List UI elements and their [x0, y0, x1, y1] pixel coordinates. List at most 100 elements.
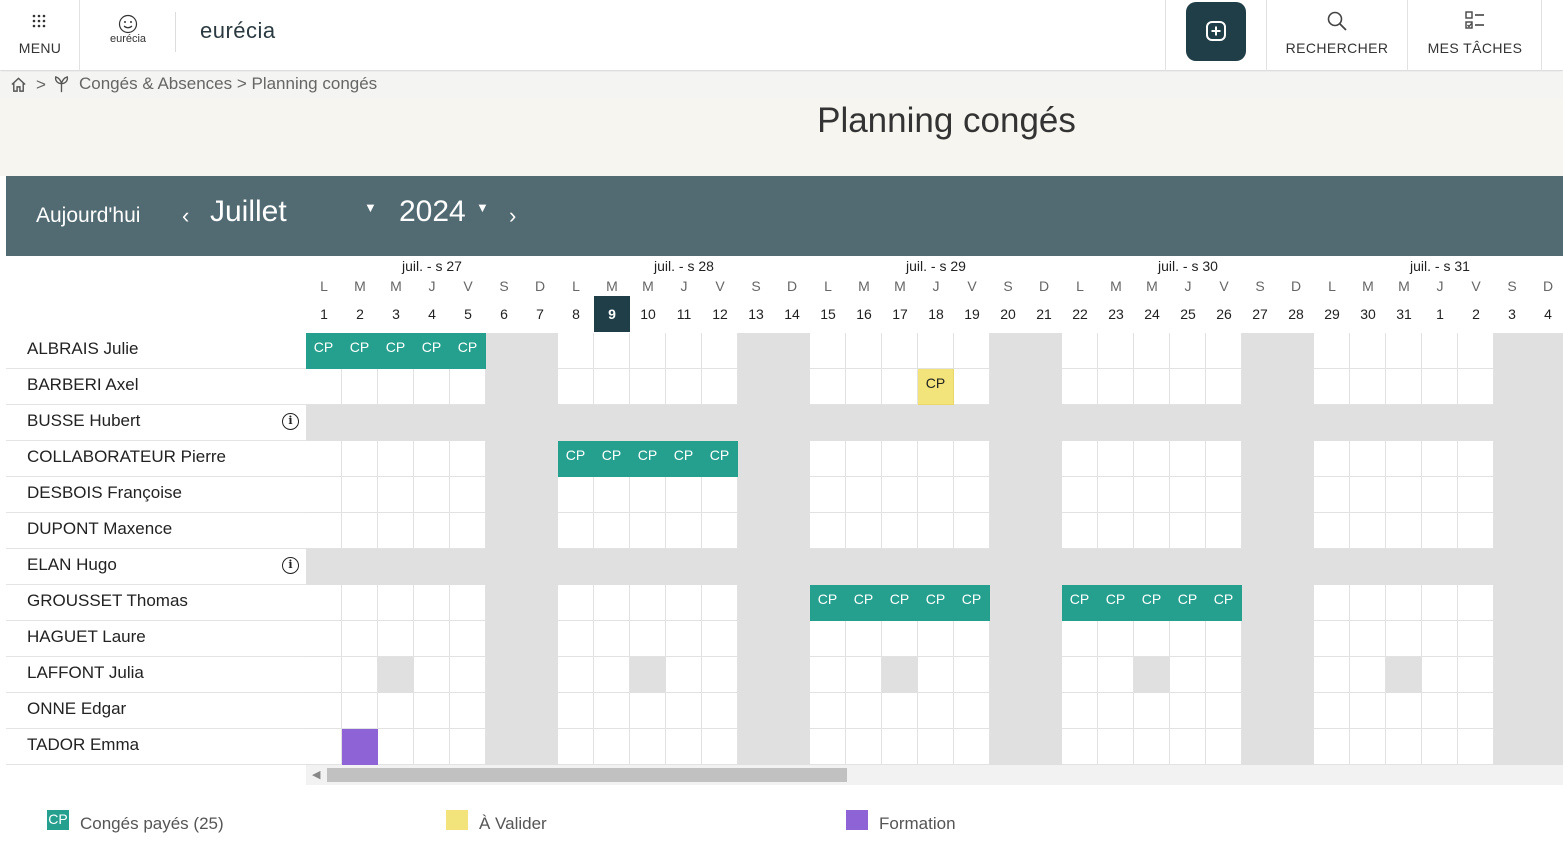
- day-cell[interactable]: [666, 477, 702, 513]
- day-cell[interactable]: [1386, 585, 1422, 621]
- day-cell[interactable]: [558, 333, 594, 369]
- weekend-cell[interactable]: [774, 729, 810, 765]
- weekend-cell[interactable]: [1242, 693, 1278, 729]
- day-cell[interactable]: [666, 693, 702, 729]
- unavailable-cell[interactable]: [414, 549, 450, 585]
- day-cell[interactable]: [1314, 621, 1350, 657]
- weekend-cell[interactable]: [1494, 657, 1530, 693]
- day-cell[interactable]: [702, 729, 738, 765]
- day-cell[interactable]: [1350, 657, 1386, 693]
- weekend-cell[interactable]: [1242, 513, 1278, 549]
- day-cell[interactable]: [666, 333, 702, 369]
- menu-button[interactable]: MENU: [0, 0, 80, 71]
- day-cell[interactable]: [810, 693, 846, 729]
- day-cell[interactable]: [918, 513, 954, 549]
- paid-leave-cell[interactable]: CP: [594, 441, 630, 477]
- weekend-cell[interactable]: [990, 441, 1026, 477]
- weekend-cell[interactable]: [1026, 477, 1062, 513]
- day-cell[interactable]: [1170, 729, 1206, 765]
- day-number[interactable]: 4: [414, 296, 450, 332]
- day-cell[interactable]: [1314, 513, 1350, 549]
- day-cell[interactable]: [1134, 513, 1170, 549]
- unavailable-cell[interactable]: [1386, 549, 1422, 585]
- day-cell[interactable]: [414, 621, 450, 657]
- day-cell[interactable]: [630, 513, 666, 549]
- weekend-cell[interactable]: [1278, 333, 1314, 369]
- unavailable-cell[interactable]: [738, 405, 774, 441]
- day-cell[interactable]: [810, 621, 846, 657]
- paid-leave-cell[interactable]: CP: [306, 333, 342, 369]
- day-cell[interactable]: [1098, 477, 1134, 513]
- day-number[interactable]: 1: [1422, 296, 1458, 332]
- paid-leave-cell[interactable]: CP: [846, 585, 882, 621]
- day-cell[interactable]: [1134, 729, 1170, 765]
- paid-leave-cell[interactable]: CP: [378, 333, 414, 369]
- month-select[interactable]: Juillet: [210, 195, 287, 229]
- unavailable-cell[interactable]: [522, 549, 558, 585]
- unavailable-cell[interactable]: [378, 405, 414, 441]
- day-cell[interactable]: [1098, 693, 1134, 729]
- day-cell[interactable]: [882, 693, 918, 729]
- weekend-cell[interactable]: [738, 729, 774, 765]
- unavailable-cell[interactable]: [342, 549, 378, 585]
- unavailable-cell[interactable]: [882, 549, 918, 585]
- day-cell[interactable]: [1134, 693, 1170, 729]
- day-cell[interactable]: [1386, 333, 1422, 369]
- day-cell[interactable]: [702, 657, 738, 693]
- weekend-cell[interactable]: [486, 513, 522, 549]
- unavailable-cell[interactable]: [414, 405, 450, 441]
- employee-name[interactable]: COLLABORATEUR Pierre: [6, 441, 306, 477]
- eurecia-logo[interactable]: eurécia: [200, 18, 276, 44]
- employee-name[interactable]: BARBERI Axel: [6, 369, 306, 405]
- unavailable-cell[interactable]: [1314, 549, 1350, 585]
- day-cell[interactable]: [1062, 657, 1098, 693]
- unavailable-cell[interactable]: [1278, 549, 1314, 585]
- weekend-cell[interactable]: [738, 441, 774, 477]
- day-cell[interactable]: [1458, 729, 1494, 765]
- paid-leave-cell[interactable]: CP: [630, 441, 666, 477]
- day-cell[interactable]: [954, 333, 990, 369]
- unavailable-cell[interactable]: [1206, 405, 1242, 441]
- day-number[interactable]: 21: [1026, 296, 1062, 332]
- day-cell[interactable]: [702, 585, 738, 621]
- day-cell[interactable]: [702, 369, 738, 405]
- day-cell[interactable]: [306, 477, 342, 513]
- day-cell[interactable]: [1062, 369, 1098, 405]
- weekend-cell[interactable]: [1026, 621, 1062, 657]
- weekend-cell[interactable]: [522, 693, 558, 729]
- day-cell[interactable]: [594, 621, 630, 657]
- day-cell[interactable]: [450, 657, 486, 693]
- day-cell[interactable]: [414, 729, 450, 765]
- day-cell[interactable]: [1422, 333, 1458, 369]
- day-cell[interactable]: [702, 333, 738, 369]
- weekend-cell[interactable]: [774, 477, 810, 513]
- day-cell[interactable]: [1314, 729, 1350, 765]
- day-cell[interactable]: [378, 369, 414, 405]
- day-cell[interactable]: [1170, 441, 1206, 477]
- weekend-cell[interactable]: [1026, 657, 1062, 693]
- non-working-cell[interactable]: [1386, 657, 1422, 693]
- scroll-thumb[interactable]: [327, 768, 847, 782]
- day-number[interactable]: 19: [954, 296, 990, 332]
- day-cell[interactable]: [1206, 477, 1242, 513]
- day-cell[interactable]: [1422, 369, 1458, 405]
- unavailable-cell[interactable]: [450, 405, 486, 441]
- weekend-cell[interactable]: [990, 729, 1026, 765]
- day-cell[interactable]: [1458, 693, 1494, 729]
- weekend-cell[interactable]: [522, 621, 558, 657]
- paid-leave-cell[interactable]: CP: [558, 441, 594, 477]
- day-cell[interactable]: [414, 657, 450, 693]
- weekend-cell[interactable]: [522, 729, 558, 765]
- unavailable-cell[interactable]: [1026, 549, 1062, 585]
- today-button[interactable]: Aujourd'hui: [36, 204, 140, 228]
- weekend-cell[interactable]: [774, 657, 810, 693]
- day-cell[interactable]: [666, 657, 702, 693]
- day-number[interactable]: 4: [1530, 296, 1563, 332]
- employee-name[interactable]: HAGUET Laure: [6, 621, 306, 657]
- weekend-cell[interactable]: [990, 477, 1026, 513]
- day-cell[interactable]: [1098, 369, 1134, 405]
- day-number[interactable]: 16: [846, 296, 882, 332]
- weekend-cell[interactable]: [522, 513, 558, 549]
- day-cell[interactable]: [1458, 477, 1494, 513]
- unavailable-cell[interactable]: [1242, 405, 1278, 441]
